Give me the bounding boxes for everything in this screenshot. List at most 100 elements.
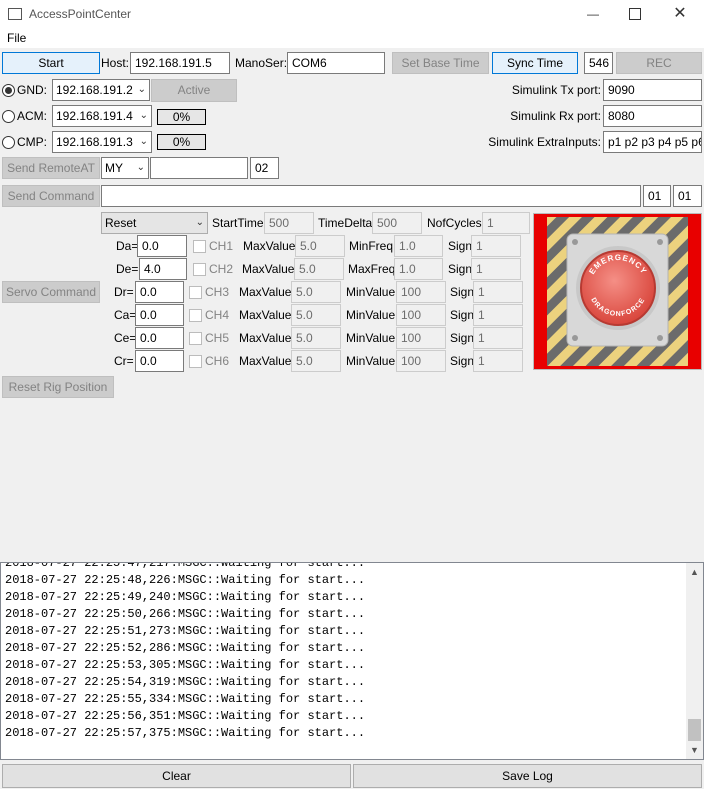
- command-box-1[interactable]: 01: [643, 185, 671, 207]
- max-value-input[interactable]: 5.0: [291, 327, 341, 349]
- sign-label: Sign: [450, 308, 475, 322]
- save-log-button[interactable]: Save Log: [353, 764, 702, 788]
- gnd-ip-select[interactable]: 192.168.191.2 ⌄: [52, 79, 150, 101]
- max-value-label: MaxValue: [239, 354, 292, 368]
- simulink-rx-input[interactable]: 8080: [603, 105, 702, 127]
- channel-checkbox[interactable]: [189, 309, 202, 322]
- clear-button[interactable]: Clear: [2, 764, 351, 788]
- simulink-rx-label: Simulink Rx port:: [510, 109, 601, 123]
- log-scrollbar[interactable]: ▲ ▼: [686, 563, 703, 759]
- third-input[interactable]: 100: [396, 281, 446, 303]
- log-line: 2018-07-27 22:25:49,240:MSGC::Waiting fo…: [5, 590, 366, 604]
- acm-radio[interactable]: [2, 110, 15, 123]
- counter-field[interactable]: 546: [584, 52, 613, 74]
- maximize-icon[interactable]: [623, 0, 647, 28]
- max-value-input[interactable]: 5.0: [294, 258, 344, 280]
- channel-label: CH6: [205, 354, 230, 368]
- log-list: 2018-07-27 22:25:47,217:MSGC::Waiting fo…: [1, 563, 366, 742]
- log-line: 2018-07-27 22:25:54,319:MSGC::Waiting fo…: [5, 675, 366, 689]
- acm-ip-select[interactable]: 192.168.191.4 ⌄: [52, 105, 152, 127]
- sign-input[interactable]: 1: [473, 327, 523, 349]
- sign-input[interactable]: 1: [473, 350, 523, 372]
- channel-checkbox[interactable]: [189, 286, 202, 299]
- servo-mode-select[interactable]: Reset ⌄: [101, 212, 208, 234]
- third-input[interactable]: 1.0: [394, 258, 443, 280]
- cmp-radio[interactable]: [2, 136, 15, 149]
- host-input[interactable]: 192.168.191.5: [130, 52, 230, 74]
- log-output[interactable]: 2018-07-27 22:25:47,217:MSGC::Waiting fo…: [0, 562, 704, 760]
- third-input[interactable]: 100: [396, 350, 446, 372]
- start-time-input[interactable]: 500: [264, 212, 314, 234]
- acm-progress: 0%: [157, 109, 206, 125]
- servo-command-button[interactable]: Servo Command: [2, 281, 100, 303]
- emergency-stop-icon: EMERGENCY DRAGONFORCE: [534, 214, 701, 369]
- third-input[interactable]: 100: [396, 304, 446, 326]
- send-remote-at-button[interactable]: Send RemoteAT: [2, 157, 100, 179]
- scroll-up-icon[interactable]: ▲: [686, 565, 703, 579]
- max-value-input[interactable]: 5.0: [295, 235, 345, 257]
- sign-input[interactable]: 1: [473, 304, 523, 326]
- send-command-button[interactable]: Send Command: [2, 185, 100, 207]
- max-value-input[interactable]: 5.0: [291, 304, 341, 326]
- start-button[interactable]: Start: [2, 52, 100, 74]
- servo-name: Dr=: [114, 285, 134, 299]
- minimize-icon[interactable]: —: [578, 0, 608, 28]
- sync-time-button[interactable]: Sync Time: [492, 52, 578, 74]
- channel-checkbox[interactable]: [193, 263, 206, 276]
- menu-file[interactable]: File: [7, 27, 26, 49]
- nof-cycles-label: NofCycles: [427, 216, 482, 230]
- remote-at-param-input[interactable]: [150, 157, 248, 179]
- max-value-input[interactable]: 5.0: [291, 281, 341, 303]
- remote-at-value-input[interactable]: 02: [250, 157, 279, 179]
- sign-input[interactable]: 1: [471, 258, 521, 280]
- third-input[interactable]: 100: [396, 327, 446, 349]
- servo-value-input[interactable]: 0.0: [135, 327, 184, 349]
- remote-at-cmd-select[interactable]: MY ⌄: [101, 157, 149, 179]
- active-button[interactable]: Active: [151, 79, 237, 102]
- log-line: 2018-07-27 22:25:55,334:MSGC::Waiting fo…: [5, 692, 366, 706]
- servo-value-input[interactable]: 0.0: [135, 281, 184, 303]
- simulink-extra-input[interactable]: p1 p2 p3 p4 p5 p6: [603, 131, 702, 153]
- command-box-2[interactable]: 01: [673, 185, 702, 207]
- log-line: 2018-07-27 22:25:50,266:MSGC::Waiting fo…: [5, 607, 366, 621]
- third-label: MinValue: [346, 331, 396, 345]
- command-input[interactable]: [101, 185, 641, 207]
- simulink-tx-input[interactable]: 9090: [603, 79, 702, 101]
- servo-value-input[interactable]: 0.0: [135, 350, 184, 372]
- acm-ip-value: 192.168.191.4: [56, 109, 133, 123]
- channel-checkbox[interactable]: [189, 332, 202, 345]
- max-value-input[interactable]: 5.0: [291, 350, 341, 372]
- log-line: 2018-07-27 22:25:56,351:MSGC::Waiting fo…: [5, 709, 366, 723]
- servo-value-input[interactable]: 0.0: [137, 235, 187, 257]
- time-delta-input[interactable]: 500: [372, 212, 422, 234]
- manoser-input[interactable]: COM6: [287, 52, 385, 74]
- gnd-radio[interactable]: [2, 84, 15, 97]
- max-value-label: MaxValue: [239, 308, 292, 322]
- close-icon[interactable]: ✕: [668, 0, 692, 28]
- servo-value-input[interactable]: 0.0: [135, 304, 184, 326]
- scroll-thumb[interactable]: [688, 719, 701, 741]
- cmp-ip-select[interactable]: 192.168.191.3 ⌄: [52, 131, 152, 153]
- scroll-down-icon[interactable]: ▼: [686, 743, 703, 757]
- channel-checkbox[interactable]: [193, 240, 206, 253]
- acm-label: ACM:: [17, 109, 47, 123]
- emergency-stop-button[interactable]: EMERGENCY DRAGONFORCE: [533, 213, 702, 370]
- servo-value-input[interactable]: 4.0: [139, 258, 187, 280]
- sign-input[interactable]: 1: [471, 235, 521, 257]
- channel-label: CH2: [209, 262, 234, 276]
- start-time-label: StartTime: [212, 216, 264, 230]
- nof-cycles-input[interactable]: 1: [482, 212, 530, 234]
- set-base-time-button[interactable]: Set Base Time: [392, 52, 489, 74]
- servo-name: Cr=: [114, 354, 134, 368]
- log-line: 2018-07-27 22:25:51,273:MSGC::Waiting fo…: [5, 624, 366, 638]
- channel-checkbox[interactable]: [189, 355, 202, 368]
- servo-name: Ce=: [114, 331, 137, 345]
- cmp-label: CMP:: [17, 135, 47, 149]
- rec-button[interactable]: REC: [616, 52, 702, 74]
- third-label: MinValue: [346, 285, 396, 299]
- time-delta-label: TimeDelta: [318, 216, 373, 230]
- log-line: 2018-07-27 22:25:57,375:MSGC::Waiting fo…: [5, 726, 366, 740]
- reset-rig-position-button[interactable]: Reset Rig Position: [2, 376, 114, 398]
- third-input[interactable]: 1.0: [394, 235, 443, 257]
- sign-input[interactable]: 1: [473, 281, 523, 303]
